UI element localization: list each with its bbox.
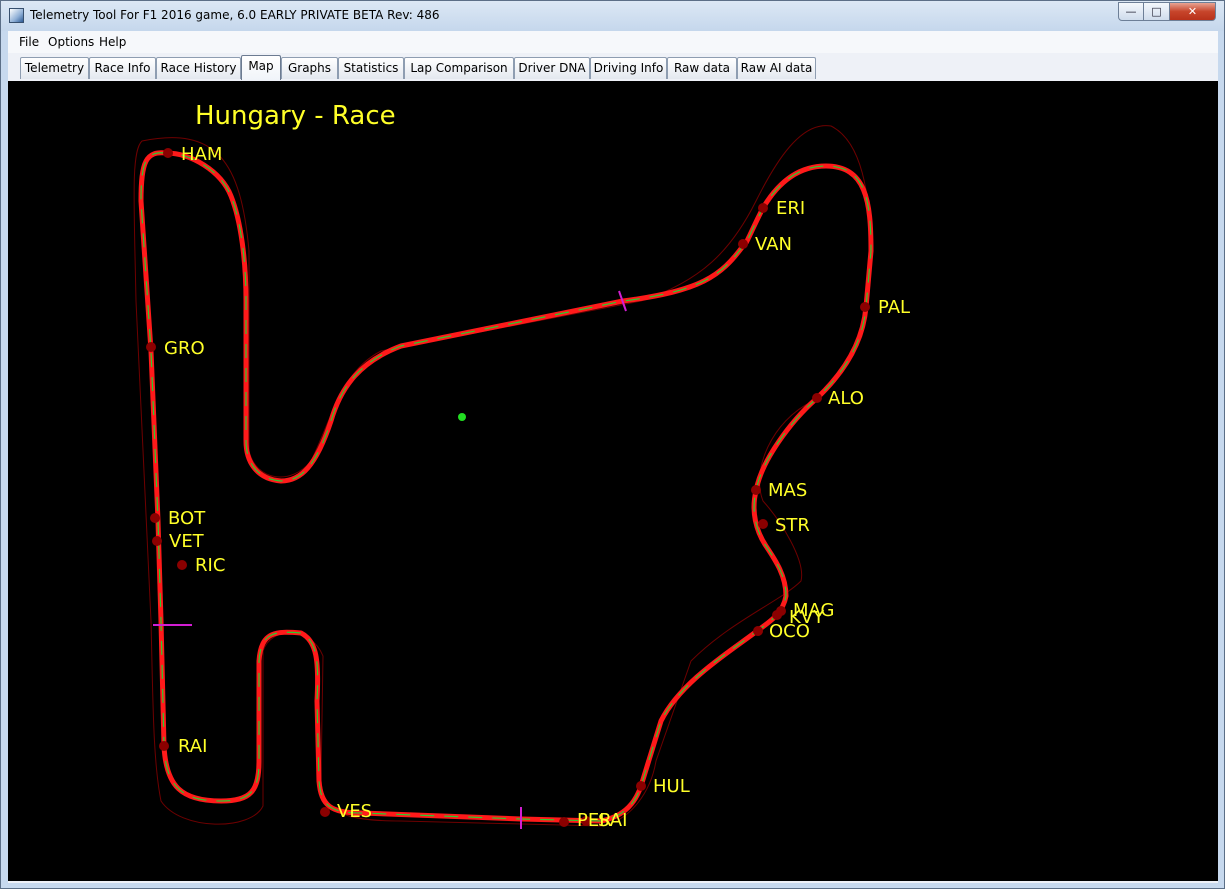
track-map-canvas xyxy=(133,125,874,829)
driver-label-alo: ALO xyxy=(828,388,864,409)
tab-raw-ai-data[interactable]: Raw AI data xyxy=(737,57,816,79)
driver-label-eri: ERI xyxy=(776,198,806,219)
driver-dot-ham[interactable] xyxy=(163,148,173,158)
client-area: File Options Help Telemetry Race Info Ra… xyxy=(8,31,1218,883)
driver-label-ham: HAM xyxy=(181,144,223,165)
driver-label-hul: HUL xyxy=(653,776,690,797)
driver-dot-str[interactable] xyxy=(758,519,768,529)
driver-dot-rai[interactable] xyxy=(159,741,169,751)
tab-raw-data[interactable]: Raw data xyxy=(667,57,737,79)
maximize-button[interactable]: □ xyxy=(1144,2,1170,21)
window-title: Telemetry Tool For F1 2016 game, 6.0 EAR… xyxy=(30,8,440,22)
driver-dot-eri[interactable] xyxy=(758,203,768,213)
menu-help[interactable]: Help xyxy=(99,35,126,49)
tab-race-history[interactable]: Race History xyxy=(156,57,241,79)
tab-strip: Telemetry Race Info Race History Map Gra… xyxy=(8,54,1218,80)
driver-dot-ves[interactable] xyxy=(320,807,330,817)
driver-label-bot: BOT xyxy=(168,508,206,529)
driver-label-ric: RIC xyxy=(195,555,226,576)
track-map[interactable]: Hungary - Race HAM ERI VAN PAL GRO ALO M… xyxy=(8,81,1218,881)
menu-options[interactable]: Options xyxy=(48,35,94,49)
tab-driver-dna[interactable]: Driver DNA xyxy=(514,57,590,79)
driver-label-str: STR xyxy=(775,515,810,536)
driver-label-rai: RAI xyxy=(178,736,208,757)
driver-dot-bot[interactable] xyxy=(150,513,160,523)
driver-label-van: VAN xyxy=(755,234,792,255)
driver-label-vet: VET xyxy=(169,531,204,552)
tab-driving-info[interactable]: Driving Info xyxy=(590,57,667,79)
tab-race-info[interactable]: Race Info xyxy=(89,57,156,79)
driver-dot-alo[interactable] xyxy=(812,393,822,403)
tab-lap-comparison[interactable]: Lap Comparison xyxy=(404,57,514,79)
driver-dot-oco[interactable] xyxy=(753,626,763,636)
driver-dot-van[interactable] xyxy=(738,239,748,249)
tab-telemetry[interactable]: Telemetry xyxy=(20,57,89,79)
app-window: Telemetry Tool For F1 2016 game, 6.0 EAR… xyxy=(0,0,1225,889)
driver-dot-gro[interactable] xyxy=(146,342,156,352)
driver-dot-vet[interactable] xyxy=(152,536,162,546)
driver-dot-per[interactable] xyxy=(559,817,569,827)
driver-dot-hul[interactable] xyxy=(636,781,646,791)
close-icon: ✕ xyxy=(1187,5,1198,18)
driver-dot-ric[interactable] xyxy=(177,560,187,570)
player-dot xyxy=(458,413,466,421)
minimize-icon: — xyxy=(1125,5,1137,18)
window-controls: — □ ✕ xyxy=(1118,2,1216,21)
menu-file[interactable]: File xyxy=(19,35,39,49)
maximize-icon: □ xyxy=(1151,5,1162,18)
app-icon[interactable] xyxy=(9,8,24,23)
tab-statistics[interactable]: Statistics xyxy=(338,57,404,79)
driver-dot-mas[interactable] xyxy=(751,485,761,495)
driver-label-mas: MAS xyxy=(768,480,808,501)
tab-map[interactable]: Map xyxy=(241,55,281,80)
driver-label-gro: GRO xyxy=(164,338,205,359)
menu-bar: File Options Help xyxy=(8,31,1218,53)
close-button[interactable]: ✕ xyxy=(1170,2,1216,21)
title-bar[interactable]: Telemetry Tool For F1 2016 game, 6.0 EAR… xyxy=(1,1,1224,31)
driver-dot-kvy[interactable] xyxy=(772,610,782,620)
driver-label-ves: VES xyxy=(337,801,373,822)
driver-label-oco: OCO xyxy=(769,621,810,642)
tab-graphs[interactable]: Graphs xyxy=(281,57,338,79)
driver-label-pal: PAL xyxy=(878,297,911,318)
driver-label-sai: SAI xyxy=(598,810,628,831)
minimize-button[interactable]: — xyxy=(1118,2,1144,21)
map-title: Hungary - Race xyxy=(195,101,396,131)
driver-dot-pal[interactable] xyxy=(860,302,870,312)
